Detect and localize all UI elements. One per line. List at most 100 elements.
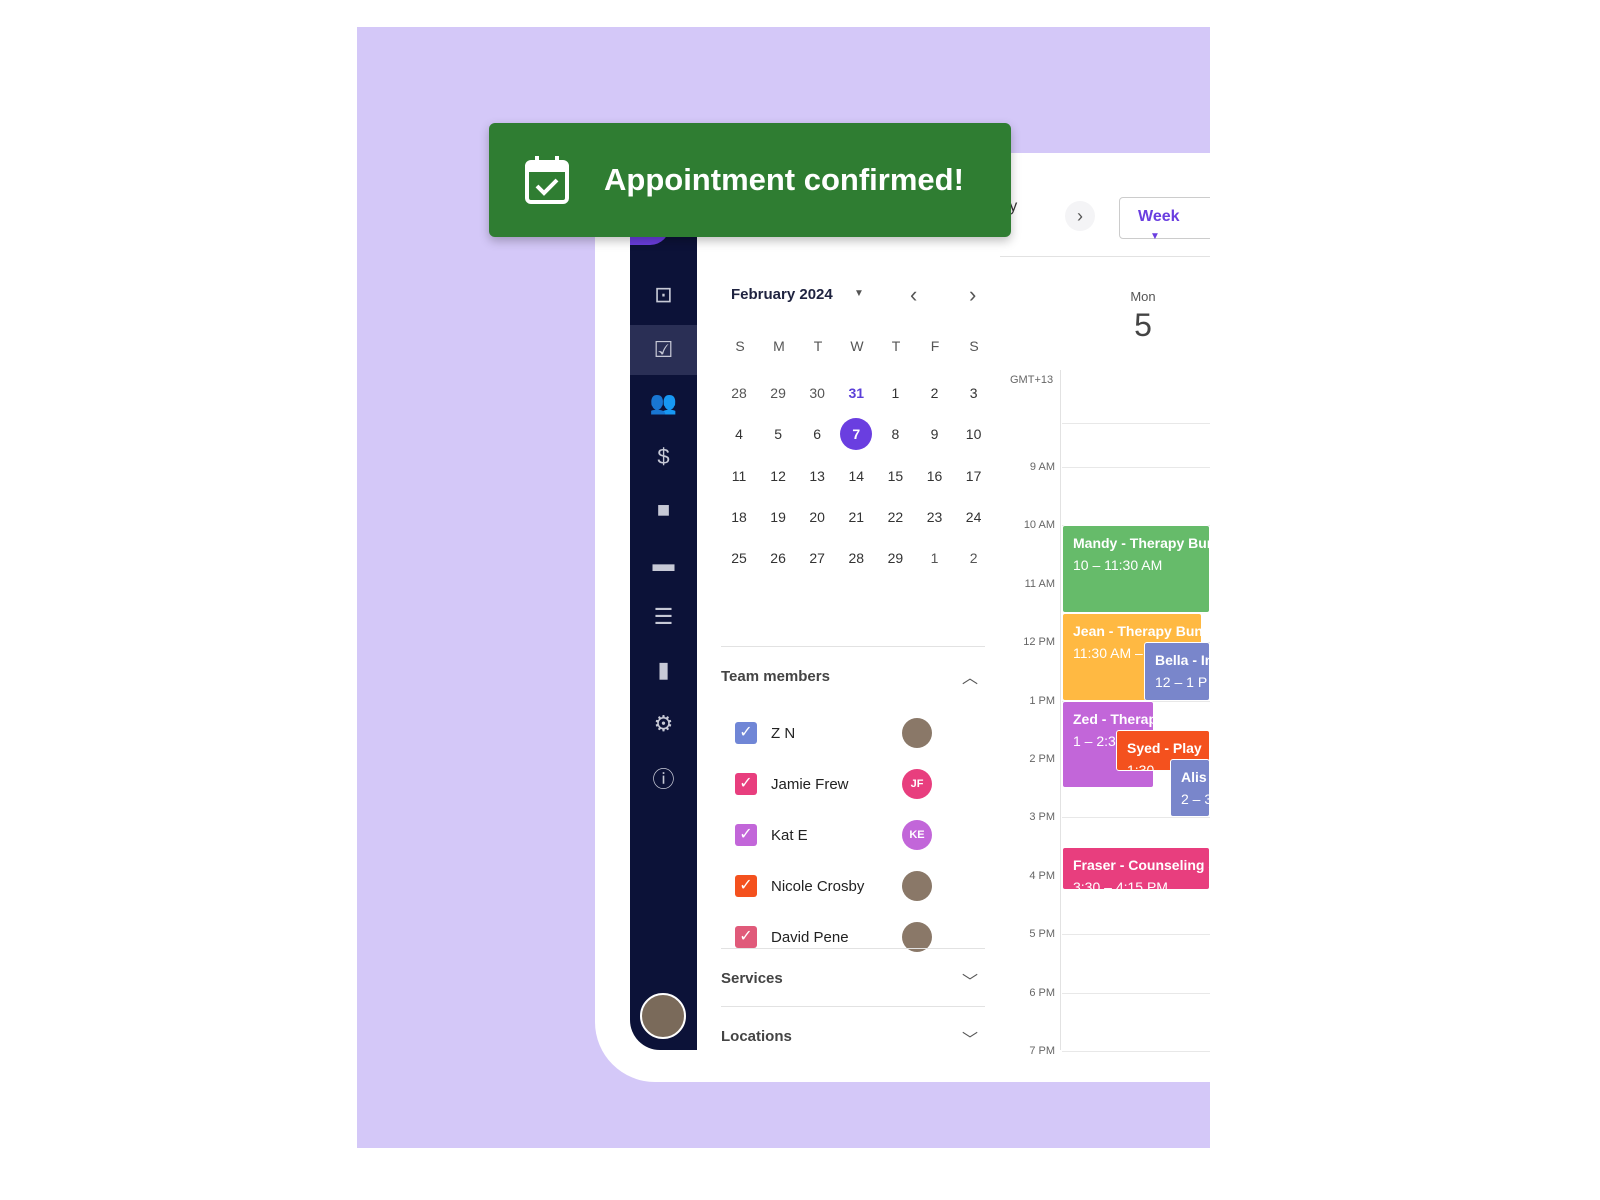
calendar-day[interactable]: 1 xyxy=(880,385,910,401)
calendar-day[interactable]: 29 xyxy=(763,385,793,401)
calendar-day[interactable]: 1 xyxy=(920,550,950,566)
calendar-day[interactable]: 31 xyxy=(841,385,871,401)
team-member-row[interactable]: ✓ Nicole Crosby xyxy=(735,871,864,901)
calendar-day[interactable]: 3 xyxy=(959,385,989,401)
calendar-day[interactable]: 12 xyxy=(763,468,793,484)
calendar-day[interactable]: 9 xyxy=(920,426,950,442)
gear-icon[interactable]: ⚙ xyxy=(630,699,697,749)
calendar-day[interactable]: 30 xyxy=(802,385,832,401)
calendar-day[interactable]: 10 xyxy=(959,426,989,442)
document-icon[interactable]: ▮ xyxy=(630,645,697,695)
calendar-day[interactable]: 29 xyxy=(880,550,910,566)
weekday-label: S xyxy=(969,338,979,354)
calendar-day[interactable]: 16 xyxy=(920,468,950,484)
checkbox[interactable]: ✓ xyxy=(735,824,757,846)
chevron-up-icon[interactable]: ︿ xyxy=(962,664,978,688)
day-number[interactable]: 5 xyxy=(1115,307,1171,344)
calendar-day[interactable]: 24 xyxy=(959,509,989,525)
calendar-check-icon[interactable]: ☑ xyxy=(630,325,697,375)
event-title: Zed - Therap xyxy=(1073,710,1154,727)
calendar-day[interactable]: 23 xyxy=(920,509,950,525)
hour-label: 10 AM xyxy=(1023,519,1055,532)
calendar-day[interactable]: 7 xyxy=(840,418,873,451)
calendar-day[interactable]: 5 xyxy=(763,426,793,442)
prev-month-button[interactable]: ‹ xyxy=(910,282,917,308)
help-icon[interactable]: ⓘ xyxy=(630,753,697,803)
calendar-day[interactable]: 26 xyxy=(763,550,793,566)
checkbox[interactable]: ✓ xyxy=(735,875,757,897)
view-select[interactable]: Week ▼ xyxy=(1119,197,1210,242)
briefcase-icon[interactable]: ▬ xyxy=(630,539,697,589)
hour-gridline xyxy=(1062,934,1210,936)
weekday-label: S xyxy=(735,338,745,354)
avatar xyxy=(902,871,932,901)
calendar-day[interactable]: 19 xyxy=(763,509,793,525)
calendar-day[interactable]: 21 xyxy=(841,509,871,525)
hour-label: 6 PM xyxy=(1029,986,1055,999)
time-gutter-divider xyxy=(1060,370,1061,1050)
hour-label: 12 PM xyxy=(1023,636,1055,649)
event-time: 10 – 11:30 AM xyxy=(1073,557,1163,574)
list-icon[interactable]: ☰ xyxy=(630,592,697,642)
weekday-label: F xyxy=(930,338,940,354)
calendar-day[interactable]: 8 xyxy=(880,426,910,442)
locations-header[interactable]: Locations xyxy=(721,1028,792,1045)
member-name: Jamie Frew xyxy=(771,775,849,793)
weekday-label: W xyxy=(850,338,864,354)
calendar-event[interactable]: Fraser - Counseling S 3:30 – 4:15 PM xyxy=(1062,846,1210,891)
hour-label: 1 PM xyxy=(1029,694,1055,707)
side-panel: February 2024 ▼ ‹ › S M T W T F S 28 29 30 31 1 2 3 4 5… xyxy=(697,258,1002,1050)
calendar-day[interactable]: 17 xyxy=(959,468,989,484)
event-title: Alis xyxy=(1181,769,1207,785)
calendar-day[interactable]: 4 xyxy=(724,426,754,442)
event-title: Fraser - Counseling S xyxy=(1073,856,1210,873)
toast-notification: Appointment confirmed! xyxy=(489,123,1011,237)
calendar-day[interactable]: 25 xyxy=(724,550,754,566)
hour-label: 7 PM xyxy=(1029,1045,1055,1057)
event-title: Syed - Play xyxy=(1127,739,1202,756)
mini-calendar-title[interactable]: February 2024 xyxy=(731,286,833,303)
hour-gridline xyxy=(1062,423,1210,424)
checkbox[interactable]: ✓ xyxy=(735,926,757,948)
calendar-day[interactable]: 13 xyxy=(802,468,832,484)
people-icon[interactable]: 👥 xyxy=(630,378,697,428)
next-period-button[interactable]: › xyxy=(1065,201,1095,231)
weekday-label: M xyxy=(773,338,785,354)
calendar-event[interactable]: Bella - In 12 – 1 P xyxy=(1144,642,1210,701)
calendar-day[interactable]: 27 xyxy=(802,550,832,566)
chevron-down-icon[interactable]: ▼ xyxy=(854,288,864,299)
calendar-day[interactable]: 2 xyxy=(959,550,989,566)
event-title: Jean - Therapy Bun xyxy=(1073,623,1202,639)
weekday-label: T xyxy=(891,338,901,354)
team-member-row[interactable]: ✓ Jamie Frew xyxy=(735,769,849,799)
calendar-day[interactable]: 18 xyxy=(724,509,754,525)
next-month-button[interactable]: › xyxy=(969,282,976,308)
calendar-day[interactable]: 11 xyxy=(724,468,754,484)
checkbox[interactable]: ✓ xyxy=(735,773,757,795)
services-header[interactable]: Services xyxy=(721,970,783,987)
chevron-down-icon[interactable]: ﹀ xyxy=(962,968,978,992)
inbox-icon[interactable]: ⊡ xyxy=(630,270,697,320)
team-members-header[interactable]: Team members xyxy=(721,668,830,685)
checkbox[interactable]: ✓ xyxy=(735,722,757,744)
calendar-day[interactable]: 6 xyxy=(802,426,832,442)
calendar-day[interactable]: 20 xyxy=(802,509,832,525)
calendar-event[interactable]: Mandy - Therapy Bun 10 – 11:30 AM xyxy=(1062,525,1210,613)
user-avatar[interactable] xyxy=(640,993,686,1039)
team-member-row[interactable]: ✓ Z N xyxy=(735,718,795,748)
chevron-down-icon[interactable]: ﹀ xyxy=(962,1026,978,1050)
calendar-day[interactable]: 2 xyxy=(920,385,950,401)
hour-label: 9 AM xyxy=(1029,461,1055,473)
video-icon[interactable]: ■ xyxy=(630,485,697,535)
calendar-day[interactable]: 28 xyxy=(724,385,754,401)
calendar-day[interactable]: 14 xyxy=(841,468,871,484)
event-title: Mandy - Therapy Bun xyxy=(1073,535,1210,552)
calendar-day[interactable]: 28 xyxy=(841,550,871,566)
member-name: David Pene xyxy=(771,928,849,946)
dollar-icon[interactable]: $ xyxy=(630,432,697,482)
team-member-row[interactable]: ✓ Kat E xyxy=(735,820,808,850)
calendar-day[interactable]: 22 xyxy=(880,509,910,525)
calendar-day[interactable]: 15 xyxy=(880,468,910,484)
hour-gridline xyxy=(1062,1051,1210,1052)
calendar-event[interactable]: Alis 2 – 3 xyxy=(1170,759,1210,818)
